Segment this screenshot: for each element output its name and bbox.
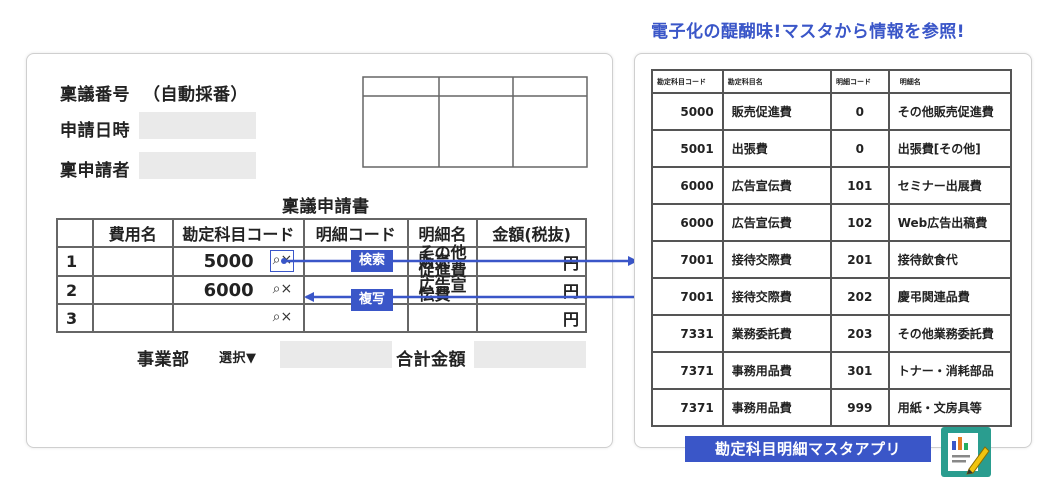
account-name-cell: 接待交際費 — [721, 277, 832, 316]
account-code-value: 6000 — [203, 280, 254, 301]
detail-code-cell: 101 — [829, 166, 890, 205]
detail-name-cell: 出張費[その他] — [887, 129, 1013, 168]
column-header: 勘定科目名 — [721, 69, 832, 94]
row-number: 3 — [56, 303, 94, 333]
account-name-cell: 業務委託費 — [721, 314, 832, 353]
account-code-cell: 7001 — [651, 277, 724, 316]
account-name-cell: 事務用品費 — [721, 388, 832, 427]
column-header: 金額(税抜) — [476, 218, 587, 248]
master-row[interactable]: 7001 接待交際費 202 慶弔関連品費 — [651, 277, 1013, 316]
master-app-label: 勘定科目明細マスタアプリ — [685, 436, 931, 462]
detail-name-cell: セミナー出展費 — [887, 166, 1013, 205]
detail-name-cell: トナー・消耗部品 — [887, 351, 1013, 390]
department-label: 事業部 — [137, 350, 190, 370]
detail-name-cell: Web広告出稿費 — [887, 203, 1013, 242]
detail-code-cell: 0 — [829, 92, 890, 131]
copy-button[interactable]: 複写 — [351, 289, 393, 311]
account-name-cell: 広告宣伝費 — [721, 203, 832, 242]
account-code-cell: 5000 — [651, 92, 724, 131]
application-date-field[interactable] — [139, 112, 256, 139]
expense-name-cell[interactable] — [91, 246, 174, 277]
detail-name-cell: その他業務委託費 — [887, 314, 1013, 353]
detail-name-cell: 慶弔関連品費 — [887, 277, 1013, 316]
ringi-number-value: （自動採番） — [143, 85, 248, 105]
table-header-row: 費用名 勘定科目コード 明細コード 明細名 金額(税抜) — [56, 218, 587, 248]
expense-name-cell[interactable] — [91, 275, 174, 305]
account-code-cell: 5001 — [651, 129, 724, 168]
master-row[interactable]: 7371 事務用品費 999 用紙・文房具等 — [651, 388, 1013, 427]
column-header — [56, 218, 94, 248]
approval-stamp-grid — [362, 76, 588, 168]
column-header: 勘定科目コード — [651, 69, 724, 94]
account-code-cell: 7331 — [651, 314, 724, 353]
flow-arrows — [281, 256, 640, 302]
master-row[interactable]: 5000 販売促進費 0 その他販売促進費 — [651, 92, 1013, 131]
department-select[interactable]: 選択▼ — [219, 347, 257, 366]
master-row[interactable]: 6000 広告宣伝費 102 Web広告出稿費 — [651, 203, 1013, 242]
account-code-cell: 6000 — [651, 166, 724, 205]
column-header: 明細コード — [829, 69, 890, 94]
form-title: 稟議申請書 — [282, 197, 370, 217]
detail-name-cell: 用紙・文房具等 — [887, 388, 1013, 427]
column-header: 勘定科目コード — [171, 218, 306, 248]
ringi-number-label: 稟議番号 — [60, 85, 130, 105]
detail-name-cell: その他販売促進費 — [887, 92, 1013, 131]
master-row[interactable]: 7331 業務委託費 203 その他業務委託費 — [651, 314, 1013, 353]
detail-name-cell: 接待飲食代 — [887, 240, 1013, 279]
detail-code-cell: 999 — [829, 388, 890, 427]
master-row[interactable]: 7371 事務用品費 301 トナー・消耗部品 — [651, 351, 1013, 390]
app-icon — [941, 427, 991, 477]
applicant-label: 稟申請者 — [60, 161, 130, 181]
headline: 電子化の醍醐味!マスタから情報を参照! — [651, 22, 966, 42]
detail-code-cell: 203 — [829, 314, 890, 353]
account-name-cell: 接待交際費 — [721, 240, 832, 279]
account-code-value: 5000 — [203, 251, 254, 272]
account-name-cell: 事務用品費 — [721, 351, 832, 390]
detail-code-cell: 201 — [829, 240, 890, 279]
column-header: 費用名 — [91, 218, 174, 248]
column-header: 明細コード — [303, 218, 409, 248]
row-number: 2 — [56, 275, 94, 305]
row-number: 1 — [56, 246, 94, 277]
account-code-cell: 7001 — [651, 240, 724, 279]
application-date-label: 申請日時 — [60, 121, 130, 141]
account-code-cell: 6000 — [651, 203, 724, 242]
master-row[interactable]: 6000 広告宣伝費 101 セミナー出展費 — [651, 166, 1013, 205]
detail-code-cell: 102 — [829, 203, 890, 242]
master-table: 勘定科目コード 勘定科目名 明細コード 明細名 5000 販売促進費 0 その他販売促… — [651, 69, 1013, 427]
account-name-cell: 広告宣伝費 — [721, 166, 832, 205]
account-code-cell: 7371 — [651, 388, 724, 427]
account-name-cell: 出張費 — [721, 129, 832, 168]
expense-name-cell[interactable] — [91, 303, 174, 333]
column-header: 明細名 — [887, 69, 1013, 94]
search-button[interactable]: 検索 — [351, 250, 393, 272]
applicant-field[interactable] — [139, 152, 256, 179]
account-code-cell: 7371 — [651, 351, 724, 390]
department-field[interactable] — [280, 341, 392, 368]
total-amount-label: 合計金額 — [396, 350, 466, 370]
master-row[interactable]: 7001 接待交際費 201 接待飲食代 — [651, 240, 1013, 279]
detail-code-cell: 0 — [829, 129, 890, 168]
detail-code-cell: 202 — [829, 277, 890, 316]
account-name-cell: 販売促進費 — [721, 92, 832, 131]
master-row[interactable]: 5001 出張費 0 出張費[その他] — [651, 129, 1013, 168]
master-header-row: 勘定科目コード 勘定科目名 明細コード 明細名 — [651, 69, 1013, 94]
total-amount-field — [474, 341, 586, 368]
detail-code-cell: 301 — [829, 351, 890, 390]
